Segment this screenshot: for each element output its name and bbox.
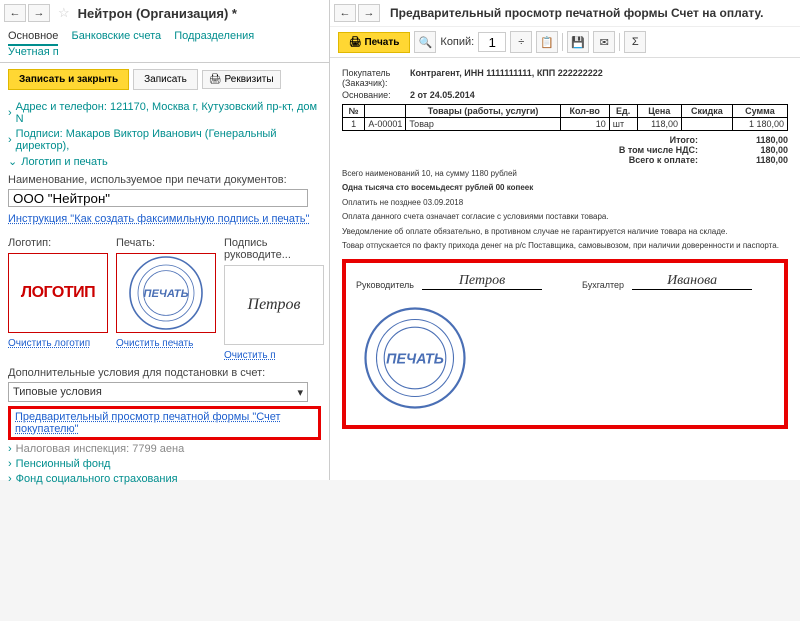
stamp-icon: ПЕЧАТЬ	[126, 253, 206, 333]
fine2: Уведомление об оплате обязательно, в про…	[342, 227, 788, 237]
social-link[interactable]: ›Фонд социального страхования	[8, 473, 321, 485]
print-button[interactable]: 🖨 Печать	[338, 32, 410, 53]
tab-main[interactable]: Основное	[8, 30, 58, 46]
stamp-col-label: Печать:	[116, 237, 216, 249]
chevron-down-icon: ▾	[297, 386, 303, 399]
acc-signature: Бухгалтер Иванова	[582, 273, 752, 290]
sum-btn[interactable]: Σ	[624, 31, 646, 53]
basis-label: Основание:	[342, 90, 410, 100]
templates-btn[interactable]: 📋	[536, 31, 558, 53]
clear-stamp[interactable]: Очистить печать	[116, 338, 193, 349]
logo-preview[interactable]: ЛОГОТИП	[8, 253, 108, 333]
items-table: № Товары (работы, услуги) Кол-во Ед. Цен…	[342, 104, 788, 131]
link-logo-stamp[interactable]: ⌄Логотип и печать	[8, 155, 321, 168]
preview-link-highlight: Предварительный просмотр печатной формы …	[8, 406, 321, 440]
preview-link[interactable]: Предварительный просмотр печатной формы …	[15, 411, 281, 435]
tab-acct[interactable]: Учетная п	[8, 46, 59, 58]
instruction-link[interactable]: Инструкция "Как создать факсимильную под…	[8, 213, 309, 225]
save-close-button[interactable]: Записать и закрыть	[8, 69, 129, 90]
print-icon: 🖨	[209, 74, 222, 85]
head-signature: Руководитель Петров	[356, 273, 542, 290]
count-text: Всего наименований 10, на сумму 1180 руб…	[342, 169, 788, 179]
name-input[interactable]	[8, 189, 308, 207]
back-button[interactable]: ←	[4, 4, 26, 22]
tax-link[interactable]: ›Налоговая инспекция: 7799 аена	[8, 443, 321, 455]
right-title: Предварительный просмотр печатной формы …	[390, 6, 764, 20]
fine1: Оплата данного счета означает согласие с…	[342, 212, 788, 222]
totals-block: Итого:1180,00 В том числе НДС:180,00 Все…	[342, 135, 788, 165]
copies-label: Копий:	[440, 36, 474, 48]
clear-sign[interactable]: Очистить п	[224, 350, 276, 361]
amount-words: Одна тысяча сто восемьдесят рублей 00 ко…	[342, 183, 788, 193]
copies-input[interactable]	[478, 32, 506, 52]
extra-label: Дополнительные условия для подстановки в…	[8, 367, 321, 379]
document-stamp: ПЕЧАТЬ	[360, 303, 470, 415]
svg-text:ПЕЧАТЬ: ПЕЧАТЬ	[143, 288, 188, 300]
back-button-r[interactable]: ←	[334, 4, 356, 22]
clear-logo[interactable]: Очистить логотип	[8, 338, 90, 349]
link-signs[interactable]: ›Подписи: Макаров Виктор Иванович (Генер…	[8, 128, 321, 152]
logo-col-label: Логотип:	[8, 237, 108, 249]
spin-buttons[interactable]: ÷	[510, 31, 532, 53]
table-row: 1 А-00001 Товар 10 шт 118,00 1 180,00	[343, 118, 788, 131]
sign-preview[interactable]: Петров	[224, 265, 324, 345]
buyer-label: Покупатель (Заказчик):	[342, 68, 410, 88]
name-label: Наименование, используемое при печати до…	[8, 174, 321, 186]
signature-area-highlight: Руководитель Петров Бухгалтер Иванова ПЕ…	[342, 259, 788, 429]
save-file-btn[interactable]: 💾	[567, 31, 589, 53]
req-button[interactable]: 🖨 Реквизиты	[202, 70, 281, 89]
tab-dept[interactable]: Подразделения	[174, 30, 254, 42]
tab-bank[interactable]: Банковские счета	[71, 30, 161, 42]
email-btn[interactable]: ✉	[593, 31, 615, 53]
save-button[interactable]: Записать	[133, 69, 198, 90]
link-address[interactable]: ›Адрес и телефон: 121170, Москва г, Куту…	[8, 101, 321, 125]
pension-link[interactable]: ›Пенсионный фонд	[8, 458, 321, 470]
sign-col-label: Подпись руководите...	[224, 237, 324, 261]
forward-button-r[interactable]: →	[358, 4, 380, 22]
preview-btn[interactable]: 🔍	[414, 31, 436, 53]
fine3: Товар отпускается по факту прихода денег…	[342, 241, 788, 251]
due-text: Оплатить не позднее 03.09.2018	[342, 198, 788, 208]
left-title: Нейтрон (Организация) *	[78, 6, 237, 21]
basis-value: 2 от 24.05.2014	[410, 90, 475, 100]
stamp-preview[interactable]: ПЕЧАТЬ	[116, 253, 216, 333]
forward-button[interactable]: →	[28, 4, 50, 22]
svg-text:ПЕЧАТЬ: ПЕЧАТЬ	[386, 352, 444, 368]
star-icon[interactable]: ☆	[58, 5, 70, 21]
buyer-value: Контрагент, ИНН 1111111111, КПП 22222222…	[410, 68, 603, 88]
extra-select[interactable]: Типовые условия ▾	[8, 382, 308, 402]
